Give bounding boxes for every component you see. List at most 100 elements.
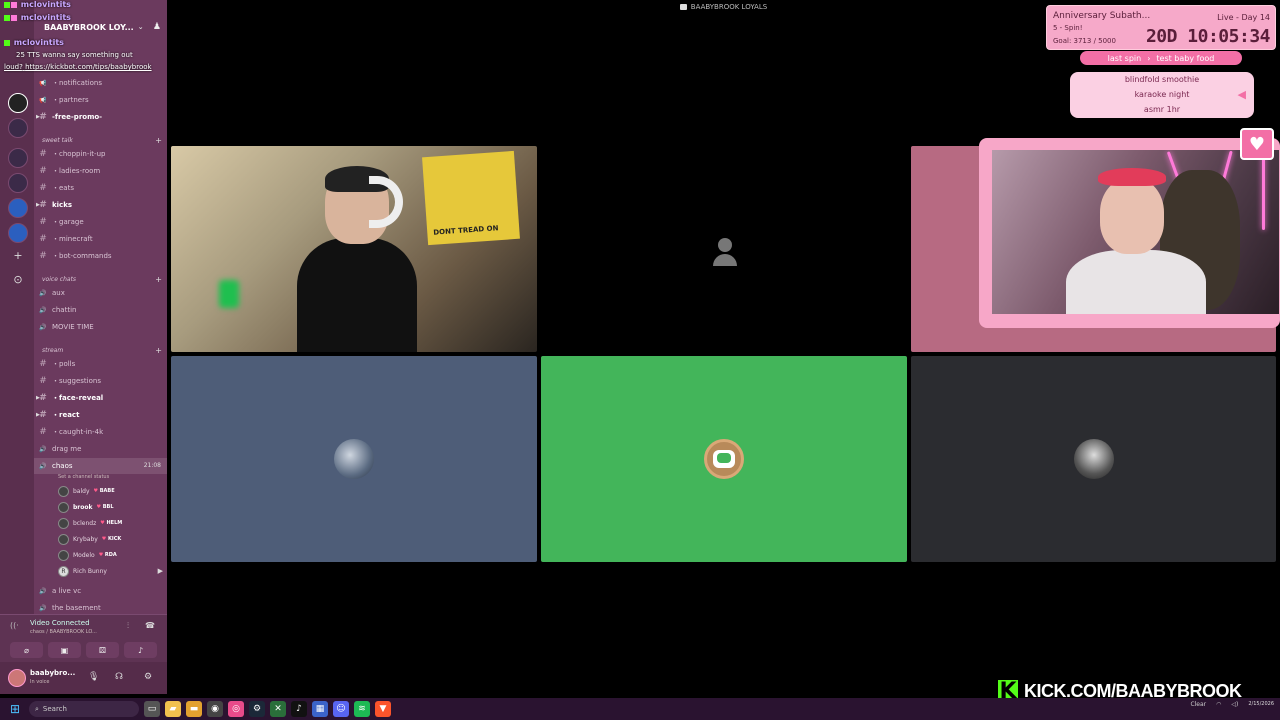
channel-text[interactable]: # ・eats — [34, 180, 167, 196]
video-tile-empty[interactable] — [541, 146, 907, 352]
channel-voice[interactable]: 🔊 MOVIE TIME — [34, 319, 167, 335]
participant-video — [297, 166, 417, 352]
invite-icon[interactable]: ♟ — [153, 22, 161, 32]
user-panel: baabybro... In voice 🎙 ☊ ⚙ — [0, 662, 167, 694]
channel-text[interactable]: ▶ # kicks — [34, 197, 167, 213]
channel-category[interactable]: stream + — [42, 344, 162, 356]
video-tile-camera[interactable]: DONT TREAD ON — [171, 146, 537, 352]
user-avatar[interactable] — [8, 669, 26, 687]
server-header[interactable]: BAABYBROOK LOY... ⌄ ♟ — [34, 18, 167, 36]
channel-category[interactable]: sweet talk + — [42, 134, 162, 146]
volume-icon[interactable]: ◁) — [1231, 701, 1238, 708]
channel-text[interactable]: ▶ # ・react — [34, 407, 167, 423]
channel-text[interactable]: # ・bot-commands — [34, 248, 167, 264]
channel-status[interactable]: Set a channel status — [58, 474, 109, 480]
channel-voice[interactable]: 🔊 drag me — [34, 441, 167, 457]
explorer-icon[interactable]: ▰ — [165, 701, 181, 717]
obs-icon[interactable]: ◉ — [207, 701, 223, 717]
speaker-icon: 🔊 — [39, 306, 47, 314]
video-tile-green[interactable] — [541, 356, 907, 562]
add-channel-icon[interactable]: + — [155, 275, 162, 284]
mic-icon[interactable]: 🎙 — [88, 672, 99, 682]
steam-icon[interactable]: ⚙ — [249, 701, 265, 717]
disconnect-icon[interactable]: ☎ — [145, 621, 155, 630]
speaker-icon: 🔊 — [39, 445, 47, 453]
voice-user[interactable]: R Rich Bunny ▶ — [58, 563, 163, 579]
activities-button[interactable]: ⚄ — [86, 642, 119, 658]
windows-start-icon[interactable]: ⊞ — [5, 698, 25, 720]
avatar — [58, 501, 69, 513]
voice-user[interactable]: baldy ♥ BABE — [58, 483, 163, 499]
channel-text[interactable]: # ・garage — [34, 214, 167, 230]
video-tile-blue[interactable] — [171, 356, 537, 562]
channel-name: ・ladies-room — [52, 167, 101, 175]
user-tag-text: RDA — [104, 552, 117, 558]
channel-category[interactable]: voice chats + — [42, 273, 162, 285]
add-channel-icon[interactable]: + — [155, 136, 162, 145]
megaphone-icon: 📢 — [39, 79, 47, 87]
channel-text[interactable]: # ・choppin-it-up — [34, 146, 167, 162]
server-icon[interactable] — [8, 118, 28, 138]
category-name: sweet talk — [42, 136, 73, 144]
channel-voice[interactable]: 🔊 chattin — [34, 302, 167, 318]
discover-icon[interactable]: ⊙ — [12, 274, 24, 286]
channel-text[interactable]: ▶ # -free-promo- — [34, 109, 167, 125]
app-icon[interactable]: ▦ — [312, 701, 328, 717]
spotify-icon[interactable]: ≋ — [354, 701, 370, 717]
camera-off-button[interactable]: ⌀ — [10, 642, 43, 658]
folder-icon[interactable]: ▬ — [186, 701, 202, 717]
channel-name: ・face-reveal — [52, 394, 104, 402]
voice-user[interactable]: Krybaby ♥ KICK — [58, 531, 163, 547]
app-icon[interactable]: ◎ — [228, 701, 244, 717]
weather-label[interactable]: Clear — [1190, 701, 1206, 708]
server-icon-active[interactable] — [8, 93, 28, 113]
voice-connected-label: Video Connected — [30, 619, 90, 627]
channel-announce[interactable]: 📢 ・partners — [34, 92, 167, 108]
network-icon[interactable]: ◠ — [1216, 701, 1221, 708]
server-icon[interactable] — [8, 173, 28, 193]
channel-text[interactable]: # ・polls — [34, 356, 167, 372]
voice-user[interactable]: brook ♥ BBL — [58, 499, 163, 515]
channel-text[interactable]: # ・caught-in-4k — [34, 424, 167, 440]
user-tag: ♥ RDA — [99, 552, 117, 558]
taskbar-search[interactable]: ⌕ Search — [29, 701, 139, 717]
channel-text[interactable]: # ・minecraft — [34, 231, 167, 247]
gear-icon[interactable]: ⚙ — [144, 672, 152, 682]
voice-user[interactable]: bclendz ♥ HELM — [58, 515, 163, 531]
voice-user[interactable]: Modelo ♥ RDA — [58, 547, 163, 563]
xbox-icon[interactable]: ✕ — [270, 701, 286, 717]
channel-voice[interactable]: 🔊 aux — [34, 285, 167, 301]
screen-share-button[interactable]: ▣ — [48, 642, 81, 658]
user-tag: ♥ HELM — [100, 520, 122, 526]
hash-icon: # — [39, 217, 47, 227]
signal-icon: ((· — [10, 621, 19, 630]
brave-icon[interactable]: ▼ — [375, 701, 391, 717]
noise-icon[interactable]: ⫶ — [127, 621, 129, 631]
clock[interactable]: 2/15/2026 — [1248, 701, 1274, 708]
add-server-icon[interactable]: + — [12, 250, 24, 262]
user-tag: ♥ BABE — [94, 488, 115, 494]
add-channel-icon[interactable]: + — [155, 346, 162, 355]
server-icon[interactable] — [8, 198, 28, 218]
user-placeholder-icon — [713, 238, 737, 266]
channel-text[interactable]: # ・ladies-room — [34, 163, 167, 179]
voice-connected-channel[interactable]: chaos / BAABYBROOK LO... — [30, 629, 97, 635]
channel-text[interactable]: # ・suggestions — [34, 373, 167, 389]
task-view-icon[interactable]: ▭ — [144, 701, 160, 717]
discord-sidebar: + ⊙ BAABYBROOK LOY... ⌄ ♟ 📢 ・notification… — [0, 0, 167, 694]
soundboard-button[interactable]: ♪ — [124, 642, 157, 658]
discord-icon[interactable]: ☺ — [333, 701, 349, 717]
channel-text[interactable]: ▶ # ・face-reveal — [34, 390, 167, 406]
user-tag-text: BABE — [99, 488, 115, 494]
channel-voice[interactable]: 🔊 a live vc — [34, 583, 167, 599]
system-tray: Clear ◠ ◁) 2/15/2026 — [1190, 701, 1274, 708]
channel-name: ・garage — [52, 218, 84, 226]
headphones-icon[interactable]: ☊ — [115, 672, 123, 682]
channel-announce[interactable]: 📢 ・notifications — [34, 75, 167, 91]
tiktok-icon[interactable]: ♪ — [291, 701, 307, 717]
server-icon[interactable] — [8, 223, 28, 243]
server-icon[interactable] — [8, 148, 28, 168]
camera-icon: ▶ — [157, 567, 163, 575]
video-tile-gray[interactable] — [911, 356, 1276, 562]
channel-name: ・caught-in-4k — [52, 428, 104, 436]
